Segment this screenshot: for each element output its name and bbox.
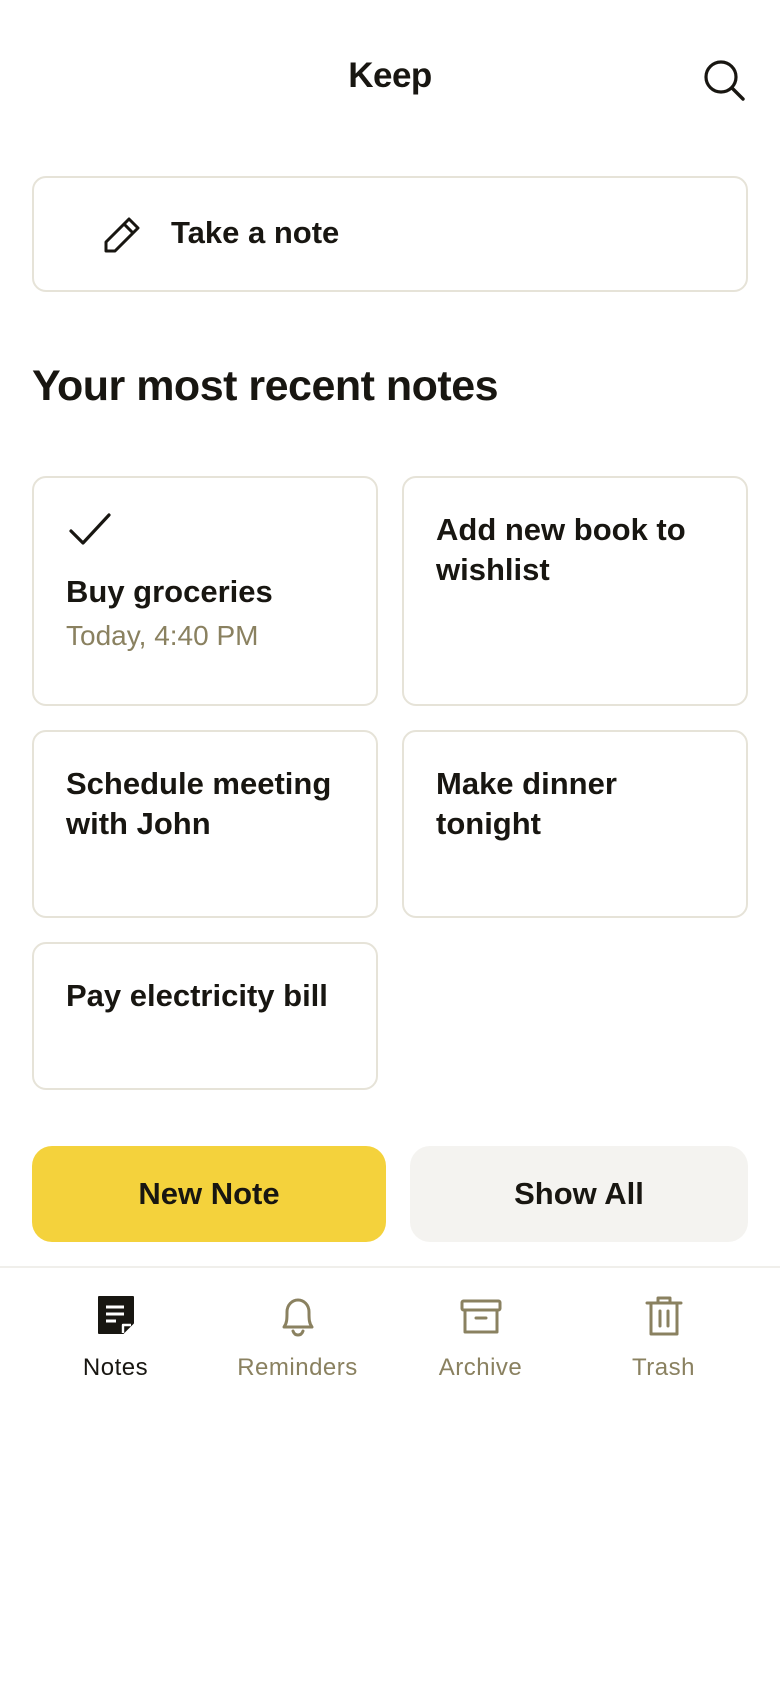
bell-icon <box>282 1298 313 1337</box>
nav-item-trash[interactable]: Trash <box>572 1268 755 1408</box>
nav-item-archive[interactable]: Archive <box>389 1268 572 1408</box>
note-title: Make dinner tonight <box>436 766 617 841</box>
new-note-button[interactable]: New Note <box>32 1146 386 1242</box>
note-title: Buy groceries <box>66 574 273 609</box>
bottom-navigation: Notes Reminders Archive Trash <box>0 1268 780 1408</box>
check-icon <box>69 513 111 545</box>
note-card-add-book[interactable]: Add new book to wishlist <box>402 476 748 706</box>
nav-label: Trash <box>632 1354 695 1381</box>
pencil-icon <box>104 217 140 253</box>
show-all-button[interactable]: Show All <box>410 1146 748 1242</box>
nav-item-notes[interactable]: Notes <box>24 1268 207 1408</box>
note-timestamp: Today, 4:40 PM <box>66 620 259 651</box>
nav-label: Reminders <box>237 1354 358 1381</box>
note-title: Schedule meeting with John <box>66 766 332 841</box>
note-card-make-dinner[interactable]: Make dinner tonight <box>402 730 748 918</box>
take-a-note-input[interactable]: Take a note <box>32 176 748 292</box>
nav-label: Notes <box>82 1354 149 1381</box>
nav-label: Archive <box>438 1354 523 1381</box>
note-card-schedule-meeting[interactable]: Schedule meeting with John <box>32 730 378 918</box>
nav-item-reminders[interactable]: Reminders <box>206 1268 389 1408</box>
section-title: Your most recent notes <box>32 362 499 410</box>
note-title: Add new book to wishlist <box>436 512 686 587</box>
take-a-note-label: Take a note <box>171 215 340 250</box>
archive-icon <box>460 1299 501 1334</box>
note-card-buy-groceries[interactable]: Buy groceries Today, 4:40 PM <box>32 476 378 706</box>
search-button[interactable] <box>696 52 752 108</box>
note-icon <box>97 1296 134 1334</box>
search-icon <box>704 60 745 101</box>
note-title: Pay electricity bill <box>66 978 328 1013</box>
note-card-pay-bill[interactable]: Pay electricity bill <box>32 942 378 1090</box>
app-header: Keep <box>0 0 780 156</box>
trash-icon <box>645 1296 682 1336</box>
app-title: Keep <box>348 56 432 95</box>
